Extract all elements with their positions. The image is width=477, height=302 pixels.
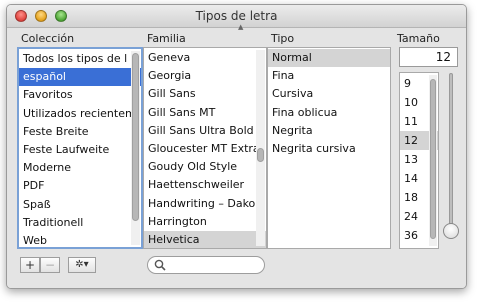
size-slider-track[interactable] [449,73,453,233]
title-bar: Tipos de letra ▲ [7,5,466,31]
add-collection-button[interactable]: + [20,257,40,273]
typeface-header: Tipo [271,32,295,45]
family-item[interactable]: Gloucester MT Extra [144,140,266,158]
size-list[interactable]: 9 10 11 12 13 14 18 24 36 [399,72,439,249]
family-item[interactable]: Goudy Old Style [144,158,266,176]
collection-item[interactable]: Spaß [19,196,141,214]
collection-item[interactable]: español [19,68,141,87]
family-item[interactable]: Geneva [144,49,266,67]
collection-header: Colección [21,32,75,45]
size-input[interactable]: 12 [399,47,458,67]
family-scrollbar[interactable] [256,50,265,246]
collection-item[interactable]: Web [19,232,141,247]
window-title: Tipos de letra [195,9,278,23]
collection-item[interactable]: Traditionell [19,214,141,232]
family-item[interactable]: Handwriting – Dako [144,195,266,213]
family-item[interactable]: Gill Sans Ultra Bold [144,122,266,140]
search-field[interactable] [147,256,265,274]
family-item[interactable]: Gill Sans [144,85,266,103]
typeface-list[interactable]: Normal Fina Cursiva Fina oblicua Negrita Negr… [267,47,391,249]
family-item[interactable]: Harrington [144,213,266,231]
collection-item[interactable]: Feste Breite [19,123,141,141]
collection-item[interactable]: Feste Laufweite [19,141,141,159]
collection-item[interactable]: Favoritos [19,86,141,104]
size-scroll-thumb[interactable] [430,79,436,239]
typeface-item[interactable]: Normal [268,49,390,68]
search-icon [154,259,166,271]
family-list[interactable]: Geneva Georgia Gill Sans Gill Sans MT Gill S… [143,47,267,249]
family-scroll-thumb[interactable] [257,148,264,162]
size-slider-knob[interactable] [443,223,459,239]
family-item[interactable]: Gill Sans MT [144,104,266,122]
typeface-item[interactable]: Negrita cursiva [268,140,390,158]
typeface-item[interactable]: Fina [268,67,390,85]
collection-scrollbar[interactable] [131,51,140,245]
collection-list[interactable]: Todos los tipos de l español Favoritos Util… [17,47,143,249]
family-header: Familia [147,32,186,45]
family-item[interactable]: Haettenschweiler [144,176,266,194]
collection-item[interactable]: PDF [19,177,141,195]
action-menu-button[interactable]: ✲▾ [68,257,96,273]
typeface-item[interactable]: Cursiva [268,85,390,103]
size-header: Tamaño [397,32,440,45]
fonts-window: Tipos de letra ▲ Colección Familia Tipo … [6,4,467,289]
typeface-item[interactable]: Fina oblicua [268,104,390,122]
grip-icon[interactable]: ▲ [238,23,243,31]
collection-item[interactable]: Utilizados recientem [19,105,141,123]
typeface-item[interactable]: Negrita [268,122,390,140]
family-item[interactable]: Georgia [144,67,266,85]
size-scrollbar[interactable] [429,75,437,246]
gear-icon: ✲▾ [75,259,89,270]
remove-collection-button[interactable]: − [40,257,60,273]
collection-scroll-thumb[interactable] [132,53,139,221]
family-item[interactable]: Helvetica [144,230,266,248]
collection-item[interactable]: Moderne [19,159,141,177]
collection-item[interactable]: Todos los tipos de l [19,50,141,68]
